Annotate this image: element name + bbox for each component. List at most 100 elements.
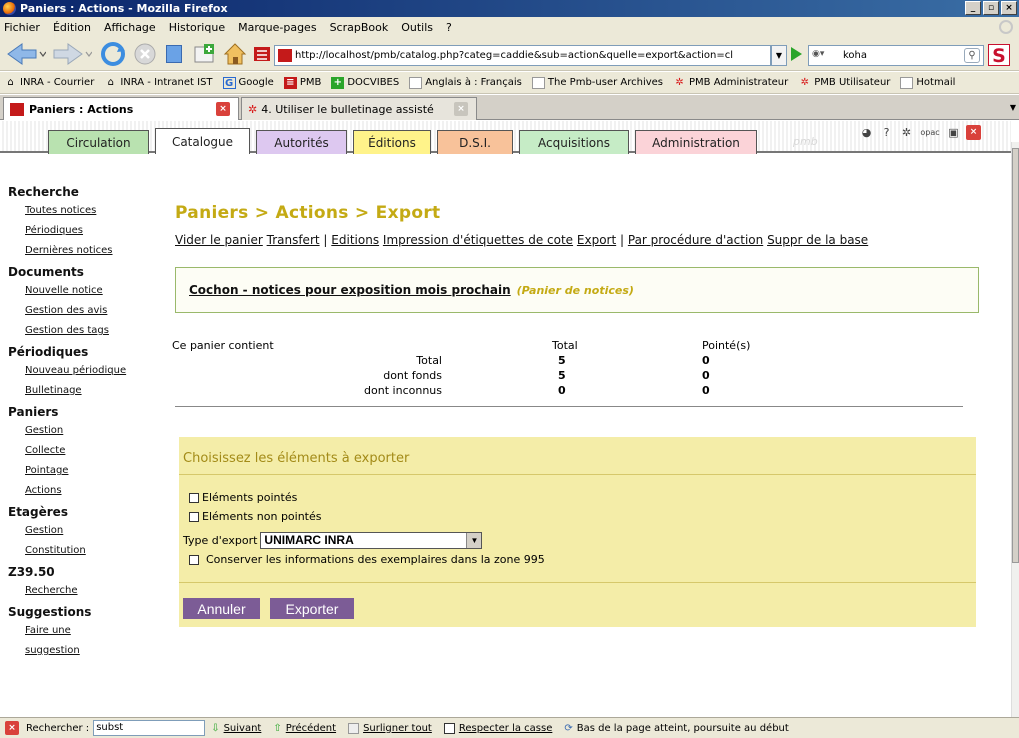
stats-row-pointed: 0 bbox=[702, 384, 710, 397]
cart-name-link[interactable]: Cochon - notices pour exposition mois pr… bbox=[189, 283, 511, 297]
tab-dsi[interactable]: D.S.I. bbox=[437, 130, 513, 154]
tab-acquisitions[interactable]: Acquisitions bbox=[519, 130, 629, 154]
bookmark-inra-intranet[interactable]: ⌂ INRA - Intranet IST bbox=[104, 77, 213, 89]
save-icon[interactable]: ▣ bbox=[946, 125, 961, 140]
bookmark-inra-courrier[interactable]: ⌂ INRA - Courrier bbox=[4, 77, 94, 89]
gear-icon[interactable]: ✲ bbox=[899, 125, 914, 140]
action-export[interactable]: Export bbox=[577, 233, 616, 247]
tab-bulletinage[interactable]: ✲ 4. Utiliser le bulletinage assisté × bbox=[241, 97, 477, 120]
bookmark-pmb[interactable]: ≡ PMB bbox=[283, 76, 321, 89]
vertical-scrollbar[interactable] bbox=[1011, 142, 1019, 717]
menu-history[interactable]: Historique bbox=[169, 21, 225, 34]
bookmark-hotmail[interactable]: Hotmail bbox=[900, 76, 955, 89]
action-vider-panier[interactable]: Vider le panier bbox=[175, 233, 263, 247]
bookmark-docvibes[interactable]: + DOCVIBES bbox=[331, 76, 399, 89]
bookmark-pmb-user-archives[interactable]: The Pmb-user Archives bbox=[531, 76, 663, 89]
cancel-button[interactable]: Annuler bbox=[183, 598, 260, 619]
reload-icon[interactable] bbox=[100, 41, 126, 67]
search-input[interactable]: ◉▾ koha ⚲ bbox=[808, 45, 984, 66]
sidebar-item[interactable]: Faire une bbox=[8, 622, 158, 642]
sidebar-item[interactable]: Nouvelle notice bbox=[8, 282, 158, 302]
sidebar-item[interactable]: Gestion des avis bbox=[8, 302, 158, 322]
tab-administration[interactable]: Administration bbox=[635, 130, 757, 154]
scrollbar-thumb[interactable] bbox=[1012, 148, 1019, 563]
tab-paniers-actions[interactable]: Paniers : Actions × bbox=[3, 97, 239, 120]
sidebar-item[interactable]: Collecte bbox=[8, 442, 158, 462]
restore-button[interactable]: ▫ bbox=[983, 1, 999, 15]
sidebar-item[interactable]: suggestion bbox=[8, 642, 158, 662]
sidebar-toggle-icon[interactable] bbox=[166, 45, 182, 63]
chevron-down-icon[interactable]: ▼ bbox=[466, 533, 482, 548]
search-icon[interactable]: ⚲ bbox=[964, 48, 980, 63]
tab-catalogue[interactable]: Catalogue bbox=[155, 128, 250, 154]
sidebar-item[interactable]: Gestion des tags bbox=[8, 322, 158, 342]
sidebar-item[interactable]: Gestion bbox=[8, 422, 158, 442]
sidebar-item[interactable]: Dernières notices bbox=[8, 242, 158, 262]
match-case-option[interactable]: Respecter la casse bbox=[443, 722, 552, 734]
sidebar-item[interactable]: Actions bbox=[8, 482, 158, 502]
export-type-label: Type d'export bbox=[183, 534, 258, 547]
bookmark-pmb-admin[interactable]: ✲ PMB Administrateur bbox=[673, 77, 788, 89]
help-icon[interactable]: ? bbox=[879, 125, 894, 140]
menu-edit[interactable]: Édition bbox=[53, 21, 91, 34]
action-editions[interactable]: Editions bbox=[331, 233, 379, 247]
sidebar-item[interactable]: Périodiques bbox=[8, 222, 158, 242]
sidebar-item[interactable]: Pointage bbox=[8, 462, 158, 482]
search-engine-icon[interactable]: ◉▾ bbox=[812, 49, 838, 62]
go-button[interactable] bbox=[791, 47, 802, 61]
url-dropdown-button[interactable]: ▼ bbox=[771, 45, 787, 66]
action-transfert[interactable]: Transfert bbox=[267, 233, 320, 247]
back-button[interactable] bbox=[6, 42, 46, 66]
find-next-button[interactable]: ⇩ Suivant bbox=[211, 723, 261, 734]
menu-view[interactable]: Affichage bbox=[104, 21, 156, 34]
close-tab-icon[interactable]: × bbox=[216, 102, 230, 116]
menu-tools[interactable]: Outils bbox=[401, 21, 433, 34]
checkbox-keep-995[interactable] bbox=[189, 554, 199, 565]
close-findbar-icon[interactable]: × bbox=[5, 721, 19, 735]
match-case-checkbox[interactable] bbox=[443, 722, 455, 734]
menu-file[interactable]: Fichier bbox=[4, 21, 40, 34]
chart-icon[interactable]: ◕ bbox=[859, 125, 874, 140]
cart-type: (Panier de notices) bbox=[516, 283, 634, 297]
action-suppr-base[interactable]: Suppr de la base bbox=[767, 233, 868, 247]
new-tab-icon[interactable] bbox=[192, 42, 218, 66]
forward-button[interactable] bbox=[52, 42, 92, 66]
bookmark-anglais[interactable]: Anglais à : Français bbox=[409, 76, 522, 89]
sidebar-item[interactable]: Nouveau périodique bbox=[8, 362, 158, 382]
tab-list-arrow-icon[interactable]: ▼ bbox=[1010, 103, 1016, 112]
tab-editions[interactable]: Éditions bbox=[353, 130, 431, 154]
close-tab-icon[interactable]: × bbox=[454, 102, 468, 116]
wrap-icon: ⟳ bbox=[564, 722, 573, 734]
find-previous-button[interactable]: ⇧ Précédent bbox=[273, 723, 336, 734]
sidebar-item[interactable]: Recherche bbox=[8, 582, 158, 602]
bookmark-pmb-user[interactable]: ✲ PMB Utilisateur bbox=[798, 77, 891, 89]
divider bbox=[179, 582, 976, 583]
checkbox-pointed[interactable] bbox=[189, 492, 199, 503]
menu-scrapbook[interactable]: ScrapBook bbox=[330, 21, 389, 34]
tab-autorites[interactable]: Autorités bbox=[256, 130, 347, 154]
close-window-button[interactable]: × bbox=[1001, 1, 1017, 15]
sidebar-item[interactable]: Toutes notices bbox=[8, 202, 158, 222]
checkbox-not-pointed[interactable] bbox=[189, 511, 199, 522]
menu-bookmarks[interactable]: Marque-pages bbox=[238, 21, 316, 34]
action-procedure[interactable]: Par procédure d'action bbox=[628, 233, 763, 247]
tab-circulation[interactable]: Circulation bbox=[48, 130, 149, 154]
stop-icon[interactable] bbox=[134, 43, 156, 65]
action-impression-etiquettes[interactable]: Impression d'étiquettes de cote bbox=[383, 233, 573, 247]
checkbox-not-pointed-label: Eléments non pointés bbox=[202, 510, 322, 523]
sidebar-item[interactable]: Bulletinage bbox=[8, 382, 158, 402]
export-button[interactable]: Exporter bbox=[270, 598, 354, 619]
opac-icon[interactable]: opac bbox=[919, 125, 941, 140]
find-input[interactable]: subst bbox=[93, 720, 206, 736]
bookmark-google[interactable]: G Google bbox=[222, 76, 274, 89]
highlight-all-button[interactable]: Surligner tout bbox=[348, 722, 432, 734]
sidebar-item[interactable]: Constitution bbox=[8, 542, 158, 562]
url-input[interactable]: http://localhost/pmb/catalog.php?categ=c… bbox=[274, 45, 771, 66]
export-type-select[interactable]: UNIMARC INRA ▼ bbox=[260, 532, 483, 549]
sidebar-item[interactable]: Gestion bbox=[8, 522, 158, 542]
menu-help[interactable]: ? bbox=[446, 21, 452, 34]
minimize-button[interactable]: _ bbox=[965, 1, 981, 15]
close-icon[interactable]: × bbox=[966, 125, 981, 140]
s-toolbar-icon[interactable]: S bbox=[988, 44, 1010, 67]
home-icon[interactable] bbox=[222, 41, 248, 67]
